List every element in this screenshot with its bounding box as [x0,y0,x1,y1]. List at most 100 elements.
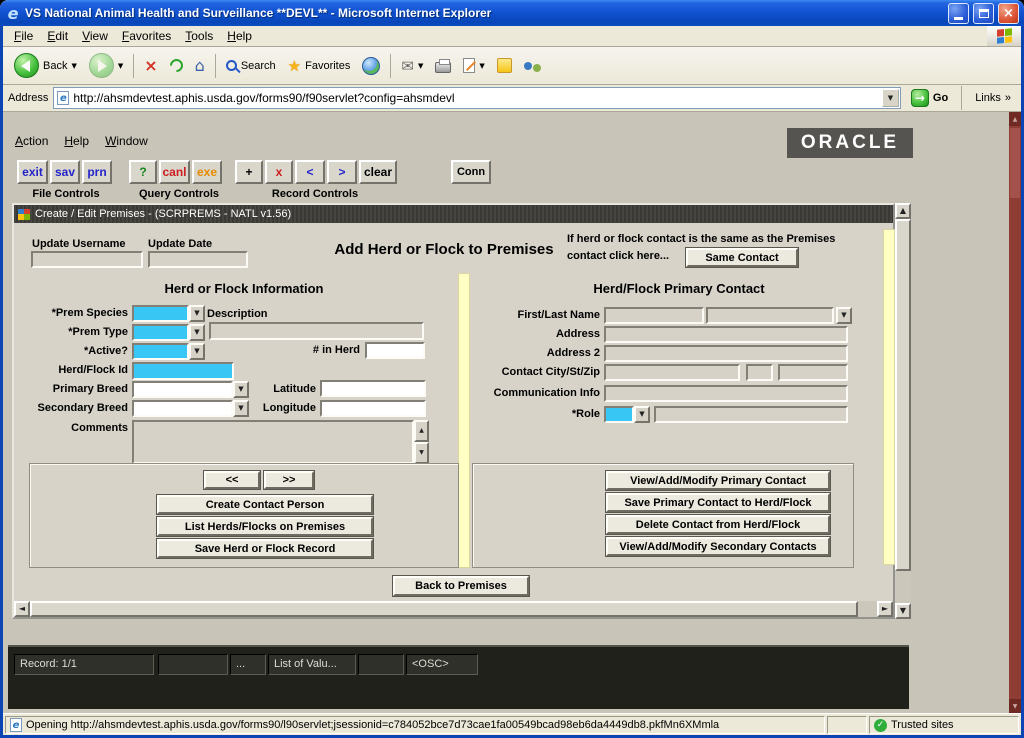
vertical-scrollbar[interactable]: ▲ ▼ [895,203,911,619]
browser-addressbar: Address e ▼ → Go Links » [3,85,1021,112]
menu-edit[interactable]: Edit [40,26,75,46]
next-record-button[interactable]: >> [264,471,314,489]
view-secondary-contacts-button[interactable]: View/Add/Modify Secondary Contacts [606,537,830,556]
list-herds-flocks-button[interactable]: List Herds/Flocks on Premises [157,517,373,536]
edit-button[interactable]: ▼ [458,56,489,75]
refresh-button[interactable] [165,57,188,74]
previous-record-button[interactable]: << [204,471,260,489]
record-next-button[interactable]: > [327,160,357,184]
media-button[interactable] [357,55,385,77]
comments-spinner-up-button[interactable]: ▲ [414,420,429,442]
page-scroll-up-button[interactable]: ▲ [1009,112,1021,126]
address-input[interactable] [73,89,878,107]
caret-down-icon: ▼ [841,312,846,319]
hscroll-thumb[interactable] [30,601,858,617]
save-herd-flock-record-button[interactable]: Save Herd or Flock Record [157,539,373,558]
menu-help[interactable]: Help [220,26,259,46]
messenger-button[interactable] [492,56,517,75]
name-dropdown-button[interactable]: ▼ [836,307,852,324]
forms-menu-help[interactable]: Help [64,134,89,148]
comments-field[interactable] [132,420,414,464]
communication-info-field [604,385,848,402]
menu-favorites[interactable]: Favorites [115,26,178,46]
save-primary-contact-button[interactable]: Save Primary Contact to Herd/Flock [606,493,830,512]
menu-view[interactable]: View [75,26,115,46]
address-field[interactable]: e ▼ [53,87,901,109]
save-button[interactable]: sav [50,160,80,184]
active-field[interactable] [132,343,189,360]
back-button[interactable]: Back ▼ [9,51,82,80]
latitude-field[interactable] [320,380,426,397]
page-scrollbar[interactable]: ▲ ▼ [1009,112,1021,713]
maximize-button[interactable] [973,3,994,24]
active-dropdown-button[interactable]: ▼ [189,343,205,360]
prem-type-field[interactable] [132,324,189,341]
longitude-field[interactable] [320,400,426,417]
back-to-premises-button[interactable]: Back to Premises [393,576,529,596]
record-insert-button[interactable]: + [235,160,263,184]
forward-button[interactable]: ▼ [84,51,128,80]
caret-down-icon: ▼ [888,95,893,102]
primary-breed-dropdown-button[interactable]: ▼ [233,381,249,398]
print-button[interactable] [430,56,456,75]
update-username-field [31,251,143,268]
prem-species-dropdown-button[interactable]: ▼ [189,305,205,322]
delete-contact-button[interactable]: Delete Contact from Herd/Flock [606,515,830,534]
record-delete-button[interactable]: x [265,160,293,184]
prem-species-field[interactable] [132,305,189,322]
vscroll-down-button[interactable]: ▼ [895,603,911,619]
view-primary-contact-button[interactable]: View/Add/Modify Primary Contact [606,471,830,490]
status-list-of-values: List of Valu... [268,654,356,675]
in-herd-field[interactable] [365,342,425,359]
go-button[interactable]: → Go [906,87,953,109]
role-dropdown-button[interactable]: ▼ [634,406,650,423]
trusted-sites-icon: ✓ [874,719,887,732]
home-button[interactable]: ⌂ [190,54,210,77]
search-button[interactable]: Search [221,58,281,74]
horizontal-scrollbar[interactable]: ◄ ► [14,601,893,617]
print-record-button[interactable]: prn [82,160,112,184]
query-enter-button[interactable]: ? [129,160,157,184]
same-contact-note-line1: If herd or flock contact is the same as … [567,233,835,245]
comments-spinner-down-button[interactable]: ▼ [414,442,429,464]
links-button[interactable]: Links » [970,90,1016,106]
connection-button[interactable]: Conn [451,160,491,184]
minimize-button[interactable] [948,3,969,24]
close-button[interactable]: × [998,3,1019,24]
secondary-breed-dropdown-button[interactable]: ▼ [233,400,249,417]
window-titlebar[interactable]: e VS National Animal Health and Surveill… [0,0,1024,26]
menu-tools[interactable]: Tools [178,26,220,46]
create-contact-person-button[interactable]: Create Contact Person [157,495,373,514]
stop-button[interactable]: × [139,54,162,77]
query-cancel-button[interactable]: canl [159,160,190,184]
favorites-button[interactable]: ★ Favorites [283,55,356,77]
page-scroll-down-button[interactable]: ▼ [1009,699,1021,713]
record-clear-button[interactable]: clear [359,160,397,184]
role-field[interactable] [604,406,634,423]
mdi-window-titlebar[interactable]: Create / Edit Premises - (SCRPREMS - NAT… [14,205,893,223]
hscroll-right-button[interactable]: ► [877,601,893,617]
vscroll-up-button[interactable]: ▲ [895,203,911,219]
forms-menubar: Action Help Window [15,134,148,148]
query-execute-button[interactable]: exe [192,160,222,184]
status-segment [358,654,404,675]
mail-button[interactable]: ✉ ▼ [396,55,428,77]
hscroll-left-button[interactable]: ◄ [14,601,30,617]
same-contact-button[interactable]: Same Contact [686,248,798,267]
forms-menu-action[interactable]: Action [15,134,48,148]
prem-type-dropdown-button[interactable]: ▼ [189,324,205,341]
secondary-breed-field[interactable] [132,400,233,417]
primary-breed-field[interactable] [132,381,233,398]
discuss-button[interactable] [519,60,546,72]
address-dropdown-button[interactable]: ▼ [882,89,899,107]
menu-file[interactable]: File [7,26,40,46]
caret-down-icon: ▼ [194,348,199,355]
forms-menu-window[interactable]: Window [105,134,148,148]
page-scroll-thumb[interactable] [1010,128,1020,198]
vscroll-thumb[interactable] [895,219,911,571]
record-previous-button[interactable]: < [295,160,325,184]
page-icon: e [57,91,69,105]
herd-flock-id-field[interactable] [132,362,234,380]
status-message: Opening http://ahsmdevtest.aphis.usda.go… [26,719,719,731]
exit-button[interactable]: exit [17,160,48,184]
